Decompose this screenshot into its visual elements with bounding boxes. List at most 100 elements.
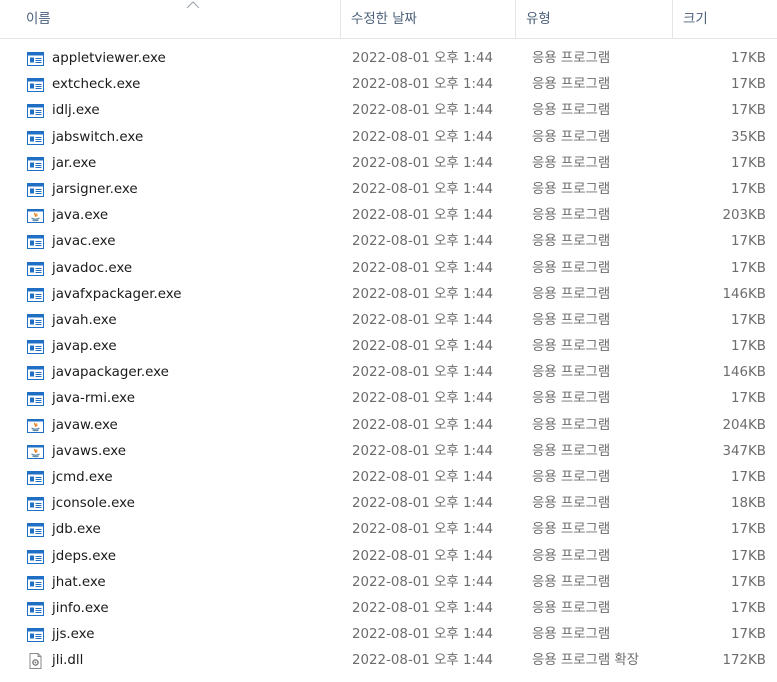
file-modified-date: 2022-08-01 오후 1:44 bbox=[352, 51, 494, 66]
file-name: jdeps.exe bbox=[52, 548, 116, 564]
file-row[interactable]: idlj.exe 2022-08-01 오후 1:44 응용 프로그램 17KB bbox=[0, 98, 777, 124]
file-modified-date: 2022-08-01 오후 1:44 bbox=[352, 653, 494, 669]
dll-icon bbox=[27, 653, 44, 670]
file-type: 응용 프로그램 bbox=[532, 208, 611, 224]
file-row[interactable]: javah.exe 2022-08-01 오후 1:44 응용 프로그램 17KB bbox=[0, 308, 777, 334]
file-row[interactable]: jinfo.exe 2022-08-01 오후 1:44 응용 프로그램 17KB bbox=[0, 596, 777, 622]
file-row[interactable]: java-rmi.exe 2022-08-01 오후 1:44 응용 프로그램 17K… bbox=[0, 386, 777, 412]
file-modified-date: 2022-08-01 오후 1:44 bbox=[352, 312, 494, 328]
file-size: 347KB bbox=[722, 443, 766, 459]
file-type: 응용 프로그램 bbox=[532, 51, 611, 66]
file-name: javaw.exe bbox=[52, 417, 118, 433]
file-modified-date: 2022-08-01 오후 1:44 bbox=[352, 417, 494, 433]
file-name: jabswitch.exe bbox=[52, 129, 144, 145]
file-type: 응용 프로그램 bbox=[532, 339, 611, 355]
file-row[interactable]: javap.exe 2022-08-01 오후 1:44 응용 프로그램 17KB bbox=[0, 334, 777, 360]
file-modified-date: 2022-08-01 오후 1:44 bbox=[352, 391, 494, 407]
exe-icon bbox=[27, 391, 44, 407]
file-modified-date: 2022-08-01 오후 1:44 bbox=[352, 77, 494, 93]
file-modified-date: 2022-08-01 오후 1:44 bbox=[352, 129, 494, 145]
file-modified-date: 2022-08-01 오후 1:44 bbox=[352, 208, 494, 224]
file-size: 17KB bbox=[730, 627, 766, 643]
file-list: appletviewer.exe 2022-08-01 오후 1:44 응용 프로그… bbox=[0, 46, 777, 675]
column-header-size-label: 크기 bbox=[683, 12, 708, 27]
exe-icon bbox=[27, 470, 44, 486]
file-size: 17KB bbox=[730, 155, 766, 171]
file-name: javapackager.exe bbox=[52, 365, 169, 381]
file-row[interactable]: javapackager.exe 2022-08-01 오후 1:44 응용 프로그… bbox=[0, 360, 777, 386]
file-row[interactable]: jarsigner.exe 2022-08-01 오후 1:44 응용 프로그램 17… bbox=[0, 177, 777, 203]
file-size: 17KB bbox=[730, 600, 766, 616]
file-row[interactable]: jar.exe 2022-08-01 오후 1:44 응용 프로그램 17KB bbox=[0, 151, 777, 177]
file-modified-date: 2022-08-01 오후 1:44 bbox=[352, 339, 494, 355]
file-type: 응용 프로그램 bbox=[532, 234, 611, 250]
column-header-bar: 이름 수정한 날짜 유형 크기 bbox=[0, 0, 777, 39]
file-row[interactable]: javadoc.exe 2022-08-01 오후 1:44 응용 프로그램 17KB bbox=[0, 256, 777, 282]
exe-icon bbox=[27, 549, 44, 565]
file-name: jarsigner.exe bbox=[52, 181, 138, 197]
file-row[interactable]: jabswitch.exe 2022-08-01 오후 1:44 응용 프로그램 35… bbox=[0, 125, 777, 151]
file-type: 응용 프로그램 bbox=[532, 181, 611, 197]
file-size: 17KB bbox=[730, 77, 766, 93]
file-row[interactable]: javaw.exe 2022-08-01 오후 1:44 응용 프로그램 204KB bbox=[0, 413, 777, 439]
file-name: idlj.exe bbox=[52, 103, 100, 119]
file-size: 17KB bbox=[730, 548, 766, 564]
file-size: 17KB bbox=[730, 51, 766, 66]
file-size: 17KB bbox=[730, 181, 766, 197]
file-size: 17KB bbox=[730, 522, 766, 538]
file-type: 응용 프로그램 bbox=[532, 391, 611, 407]
file-name: javadoc.exe bbox=[52, 260, 133, 276]
file-modified-date: 2022-08-01 오후 1:44 bbox=[352, 470, 494, 485]
file-name: javah.exe bbox=[52, 312, 117, 328]
exe-icon bbox=[27, 339, 44, 355]
file-row[interactable]: jconsole.exe 2022-08-01 오후 1:44 응용 프로그램 18K… bbox=[0, 491, 777, 517]
file-modified-date: 2022-08-01 오후 1:44 bbox=[352, 260, 494, 276]
file-size: 146KB bbox=[722, 365, 766, 381]
file-modified-date: 2022-08-01 오후 1:44 bbox=[352, 234, 494, 250]
exe-icon bbox=[27, 130, 44, 146]
file-type: 응용 프로그램 bbox=[532, 600, 611, 616]
file-name: jli.dll bbox=[52, 653, 84, 669]
column-header-size[interactable]: 크기 bbox=[673, 0, 777, 38]
column-header-date-label: 수정한 날짜 bbox=[351, 12, 417, 27]
column-header-type[interactable]: 유형 bbox=[516, 0, 673, 38]
file-row[interactable]: jcmd.exe 2022-08-01 오후 1:44 응용 프로그램 17KB bbox=[0, 465, 777, 491]
column-header-name[interactable]: 이름 bbox=[14, 0, 341, 38]
exe-icon bbox=[27, 287, 44, 303]
exe-icon bbox=[27, 234, 44, 250]
file-row[interactable]: javafxpackager.exe 2022-08-01 오후 1:44 응용 프… bbox=[0, 282, 777, 308]
file-row[interactable]: jhat.exe 2022-08-01 오후 1:44 응용 프로그램 17KB bbox=[0, 570, 777, 596]
file-modified-date: 2022-08-01 오후 1:44 bbox=[352, 103, 494, 119]
file-size: 172KB bbox=[722, 653, 766, 669]
file-name: jar.exe bbox=[52, 155, 97, 171]
file-modified-date: 2022-08-01 오후 1:44 bbox=[352, 181, 494, 197]
file-row[interactable]: extcheck.exe 2022-08-01 오후 1:44 응용 프로그램 17K… bbox=[0, 72, 777, 98]
file-type: 응용 프로그램 bbox=[532, 548, 611, 564]
java-icon bbox=[27, 208, 44, 224]
file-type: 응용 프로그램 bbox=[532, 443, 611, 459]
file-row[interactable]: jdeps.exe 2022-08-01 오후 1:44 응용 프로그램 17KB bbox=[0, 544, 777, 570]
column-header-date[interactable]: 수정한 날짜 bbox=[341, 0, 516, 38]
file-row[interactable]: java.exe 2022-08-01 오후 1:44 응용 프로그램 203KB bbox=[0, 203, 777, 229]
file-modified-date: 2022-08-01 오후 1:44 bbox=[352, 600, 494, 616]
exe-icon bbox=[27, 103, 44, 119]
file-name: javaws.exe bbox=[52, 443, 126, 459]
file-modified-date: 2022-08-01 오후 1:44 bbox=[352, 627, 494, 643]
file-row[interactable]: jdb.exe 2022-08-01 오후 1:44 응용 프로그램 17KB bbox=[0, 517, 777, 543]
file-name: javac.exe bbox=[52, 234, 116, 250]
file-type: 응용 프로그램 bbox=[532, 627, 611, 643]
file-type: 응용 프로그램 bbox=[532, 470, 611, 485]
file-row[interactable]: javac.exe 2022-08-01 오후 1:44 응용 프로그램 17KB bbox=[0, 229, 777, 255]
java-icon bbox=[27, 418, 44, 434]
sort-ascending-icon bbox=[186, 1, 200, 9]
file-row[interactable]: appletviewer.exe 2022-08-01 오후 1:44 응용 프로그… bbox=[0, 46, 777, 72]
file-row[interactable]: jjs.exe 2022-08-01 오후 1:44 응용 프로그램 17KB bbox=[0, 622, 777, 648]
file-modified-date: 2022-08-01 오후 1:44 bbox=[352, 496, 494, 512]
file-row[interactable]: jli.dll 2022-08-01 오후 1:44 응용 프로그램 확장 172KB bbox=[0, 648, 777, 674]
exe-icon bbox=[27, 522, 44, 538]
file-name: jdb.exe bbox=[52, 522, 101, 538]
file-name: java-rmi.exe bbox=[52, 391, 135, 407]
file-type: 응용 프로그램 bbox=[532, 129, 611, 145]
file-type: 응용 프로그램 확장 bbox=[532, 653, 640, 669]
file-row[interactable]: javaws.exe 2022-08-01 오후 1:44 응용 프로그램 347KB bbox=[0, 439, 777, 465]
